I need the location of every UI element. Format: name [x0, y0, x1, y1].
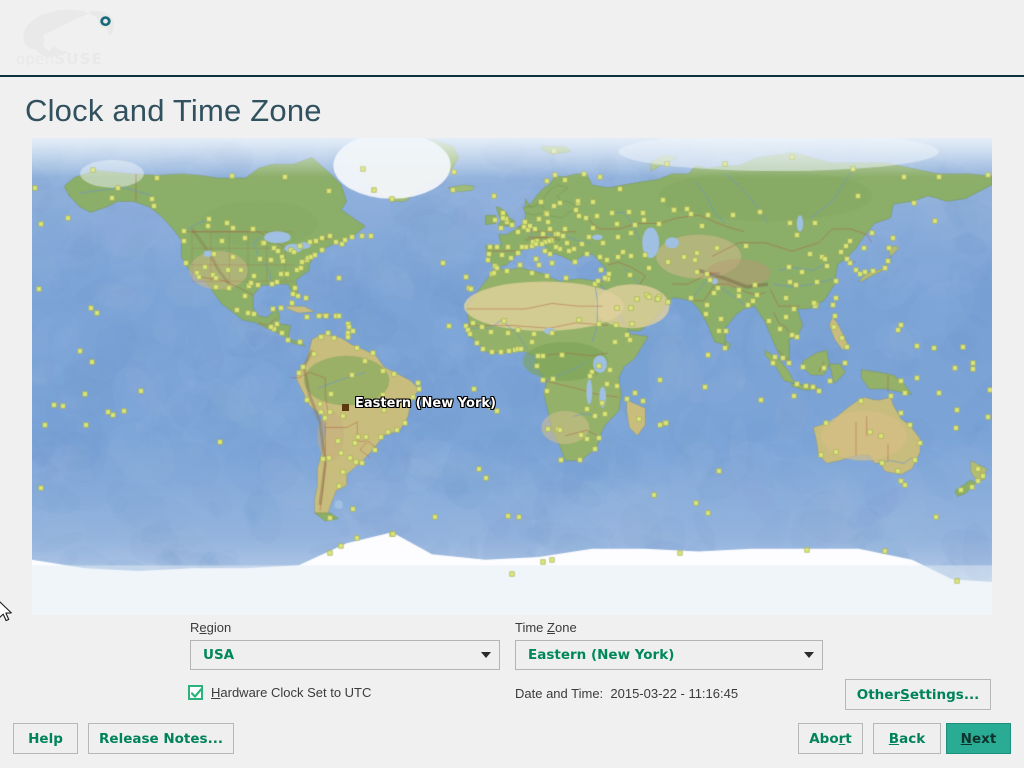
- release-notes-button-label: Release Notes...: [99, 730, 223, 747]
- other-settings-pre: Other: [856, 686, 901, 703]
- region-selected-value: USA: [203, 647, 235, 663]
- region-label: Region: [190, 620, 231, 635]
- help-button[interactable]: Help: [13, 723, 78, 754]
- abort-pre: Abo: [809, 730, 839, 747]
- next-post: ext: [971, 730, 997, 747]
- other-settings-button[interactable]: Other Settings...: [845, 679, 991, 710]
- chevron-down-icon[interactable]: [473, 652, 499, 658]
- back-post: ack: [899, 730, 926, 747]
- region-label-post: gion: [206, 620, 232, 635]
- date-and-time-label: Date and Time:: [515, 686, 604, 701]
- region-select[interactable]: USA: [190, 640, 500, 670]
- next-accel: N: [960, 730, 972, 747]
- back-button[interactable]: Back: [873, 723, 941, 754]
- map-image[interactable]: [32, 138, 992, 615]
- opensuse-wordmark: openSUSE: [16, 50, 103, 68]
- abort-accel: r: [838, 730, 846, 747]
- other-settings-accel: S: [900, 686, 910, 703]
- hardware-clock-utc-checkbox[interactable]: [188, 685, 203, 700]
- release-notes-button[interactable]: Release Notes...: [88, 723, 234, 754]
- region-label-pre: R: [190, 620, 200, 635]
- date-and-time-value: 2015-03-22 - 11:16:45: [610, 686, 739, 701]
- logo-text-open: open: [16, 50, 55, 68]
- mouse-cursor: [0, 600, 14, 624]
- abort-button[interactable]: Abo r t: [798, 723, 863, 754]
- hwclock-label-accel: H: [211, 685, 221, 700]
- timezone-label-post: one: [554, 620, 577, 635]
- timezone-label-pre: Time: [515, 620, 548, 635]
- timezone-select[interactable]: Eastern (New York): [515, 640, 823, 670]
- hardware-clock-utc-checkbox-row[interactable]: Hardware Clock Set to UTC: [188, 685, 371, 700]
- installer-window: openSUSE Clock and Time Zone Eastern (Ne…: [0, 0, 1024, 768]
- date-and-time-readout: Date and Time: 2015-03-22 - 11:16:45: [515, 686, 738, 701]
- abort-post: t: [845, 730, 852, 747]
- checkmark-icon: [191, 688, 202, 698]
- timezone-label-accel: Z: [547, 620, 555, 635]
- selected-timezone-marker: [342, 404, 349, 411]
- branding-banner: openSUSE: [0, 0, 1024, 77]
- hardware-clock-utc-label: Hardware Clock Set to UTC: [211, 685, 371, 700]
- timezone-label: Time Zone: [515, 620, 577, 635]
- next-button[interactable]: Next: [946, 723, 1011, 754]
- timezone-selected-value: Eastern (New York): [528, 647, 675, 663]
- region-label-accel: e: [199, 620, 207, 635]
- back-accel: B: [888, 730, 900, 747]
- chevron-down-icon[interactable]: [796, 652, 822, 658]
- help-button-label: Help: [28, 730, 63, 747]
- logo-text-suse: SUSE: [54, 50, 104, 68]
- page-title: Clock and Time Zone: [25, 93, 322, 128]
- world-timezone-map[interactable]: Eastern (New York): [32, 138, 992, 615]
- hwclock-label-post: ardware Clock Set to UTC: [220, 685, 372, 700]
- other-settings-post: ettings...: [909, 686, 980, 703]
